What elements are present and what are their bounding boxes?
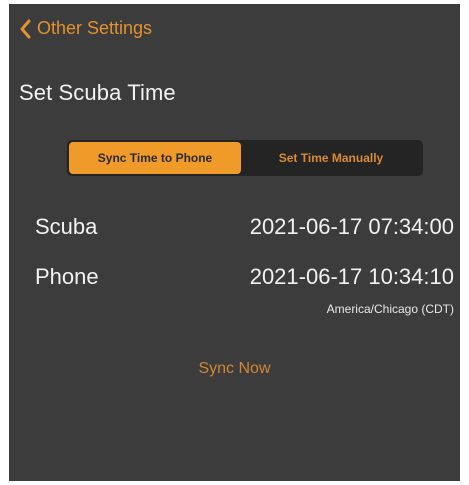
phone-timezone-label: America/Chicago (CDT): [326, 302, 454, 316]
page-title: Set Scuba Time: [19, 80, 176, 105]
chevron-left-icon: [19, 19, 31, 39]
scuba-time-label: Scuba: [35, 214, 98, 239]
scuba-time-value: 2021-06-17 07:34:00: [249, 214, 454, 239]
settings-screen: Other Settings Set Scuba Time Sync Time …: [9, 4, 460, 481]
segment-sync-time-to-phone[interactable]: Sync Time to Phone: [69, 142, 241, 174]
sync-now-button[interactable]: Sync Now: [0, 360, 469, 378]
phone-time-value: 2021-06-17 10:34:10: [249, 264, 454, 289]
back-button[interactable]: Other Settings: [19, 18, 152, 39]
back-button-label: Other Settings: [37, 18, 153, 38]
phone-time-label: Phone: [35, 264, 99, 289]
sync-mode-segmented-control: Sync Time to Phone Set Time Manually: [67, 140, 423, 176]
segment-set-time-manually[interactable]: Set Time Manually: [241, 142, 421, 174]
